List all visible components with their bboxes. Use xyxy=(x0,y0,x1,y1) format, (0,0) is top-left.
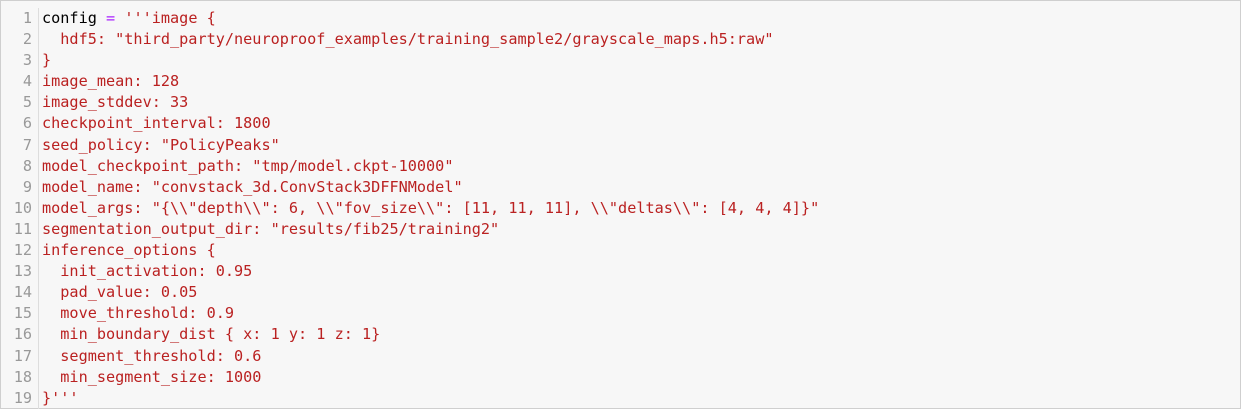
code-text: move_threshold: 0.9 xyxy=(42,303,234,324)
code-token: model_name: "convstack_3d.ConvStack3DFFN… xyxy=(42,177,463,196)
code-token: model_checkpoint_path: "tmp/model.ckpt-1… xyxy=(42,156,454,175)
code-text: }''' xyxy=(42,388,79,409)
code-token: seed_policy: "PolicyPeaks" xyxy=(42,135,280,154)
code-text: pad_value: 0.05 xyxy=(42,282,197,303)
code-text: model_checkpoint_path: "tmp/model.ckpt-1… xyxy=(42,156,453,177)
code-line[interactable]: 17 segment_threshold: 0.6 xyxy=(1,345,1240,367)
code-token: = xyxy=(106,9,116,27)
code-token: image_stddev: 33 xyxy=(42,93,189,112)
code-token: '''image { xyxy=(115,9,216,27)
code-token: init_activation: 0.95 xyxy=(42,262,253,281)
code-token: } xyxy=(42,51,52,70)
code-line[interactable]: 13 init_activation: 0.95 xyxy=(1,261,1240,283)
code-line[interactable]: 8 model_checkpoint_path: "tmp/model.ckpt-… xyxy=(1,155,1240,177)
code-token: pad_value: 0.05 xyxy=(42,283,198,302)
code-line[interactable]: 15 move_threshold: 0.9 xyxy=(1,303,1240,325)
code-text: min_segment_size: 1000 xyxy=(42,367,261,388)
code-editor[interactable]: 1 config = '''image {2 hdf5: "third_party… xyxy=(0,0,1241,409)
code-line[interactable]: 10 model_args: "{\\"depth\\": 6, \\"fov_s… xyxy=(1,197,1240,219)
code-token: config xyxy=(42,9,107,27)
line-number: 3 xyxy=(1,50,39,72)
line-number: 6 xyxy=(1,113,39,135)
code-text: init_activation: 0.95 xyxy=(42,261,252,282)
line-number: 13 xyxy=(1,261,39,283)
line-number: 14 xyxy=(1,282,39,304)
code-line[interactable]: 18 min_segment_size: 1000 xyxy=(1,366,1240,388)
line-number: 10 xyxy=(1,197,39,219)
code-text: image_stddev: 33 xyxy=(42,92,188,113)
line-number: 18 xyxy=(1,366,39,388)
line-number: 17 xyxy=(1,345,39,367)
code-line[interactable]: 1 config = '''image { xyxy=(1,8,1240,30)
code-line[interactable]: 4 image_mean: 128 xyxy=(1,71,1240,93)
code-text: config = '''image { xyxy=(42,8,216,29)
code-text: model_name: "convstack_3d.ConvStack3DFFN… xyxy=(42,177,463,198)
code-token: segment_threshold: 0.6 xyxy=(42,346,262,365)
line-number: 9 xyxy=(1,176,39,198)
code-text: image_mean: 128 xyxy=(42,71,179,92)
code-token: inference_options { xyxy=(42,241,216,260)
line-number: 5 xyxy=(1,92,39,114)
code-token: }''' xyxy=(42,388,79,407)
code-text: min_boundary_dist { x: 1 y: 1 z: 1} xyxy=(42,324,380,345)
line-number: 4 xyxy=(1,71,39,93)
code-line[interactable]: 7 seed_policy: "PolicyPeaks" xyxy=(1,134,1240,156)
code-token: min_boundary_dist { x: 1 y: 1 z: 1} xyxy=(42,325,381,344)
code-token: checkpoint_interval: 1800 xyxy=(42,114,271,133)
code-line[interactable]: 3} xyxy=(1,50,1240,72)
line-number: 7 xyxy=(1,134,39,156)
line-number: 2 xyxy=(1,29,39,51)
line-number: 19 xyxy=(1,387,39,409)
code-token: image_mean: 128 xyxy=(42,72,180,91)
code-text: segmentation_output_dir: "results/fib25/… xyxy=(42,219,499,240)
code-text: seed_policy: "PolicyPeaks" xyxy=(42,135,280,156)
code-line[interactable]: 11 segmentation_output_dir: "results/fib2… xyxy=(1,218,1240,241)
code-line[interactable]: 6 checkpoint_interval: 1800 xyxy=(1,113,1240,135)
line-number: 16 xyxy=(1,324,39,346)
code-line[interactable]: 19}''' xyxy=(1,387,1240,409)
code-line[interactable]: 5 image_stddev: 33 xyxy=(1,92,1240,114)
code-line[interactable]: 12 inference_options { xyxy=(1,240,1240,262)
code-text: model_args: "{\\"depth\\": 6, \\"fov_siz… xyxy=(42,198,819,219)
code-line[interactable]: 16 min_boundary_dist { x: 1 y: 1 z: 1} xyxy=(1,324,1240,346)
line-number: 8 xyxy=(1,155,39,177)
code-line[interactable]: 2 hdf5: "third_party/neuroproof_examples… xyxy=(1,29,1240,51)
code-token: move_threshold: 0.9 xyxy=(42,304,235,323)
code-token: segmentation_output_dir: "results/fib25/… xyxy=(42,219,500,238)
code-text: hdf5: "third_party/neuroproof_examples/t… xyxy=(42,29,774,50)
code-text: segment_threshold: 0.6 xyxy=(42,346,261,367)
code-lines: 1 config = '''image {2 hdf5: "third_party… xyxy=(1,8,1240,409)
line-number: 12 xyxy=(1,240,39,262)
code-token: hdf5: "third_party/neuroproof_examples/t… xyxy=(42,30,774,49)
code-text: inference_options { xyxy=(42,240,216,261)
line-number: 15 xyxy=(1,303,39,325)
code-line[interactable]: 9 model_name: "convstack_3d.ConvStack3DFF… xyxy=(1,176,1240,198)
code-text: } xyxy=(42,50,51,71)
code-text: checkpoint_interval: 1800 xyxy=(42,113,271,134)
line-number: 11 xyxy=(1,218,39,241)
code-line[interactable]: 14 pad_value: 0.05 xyxy=(1,282,1240,304)
code-token: model_args: "{\\"depth\\": 6, \\"fov_siz… xyxy=(42,198,820,217)
code-token: min_segment_size: 1000 xyxy=(42,367,262,386)
line-number: 1 xyxy=(1,8,39,30)
